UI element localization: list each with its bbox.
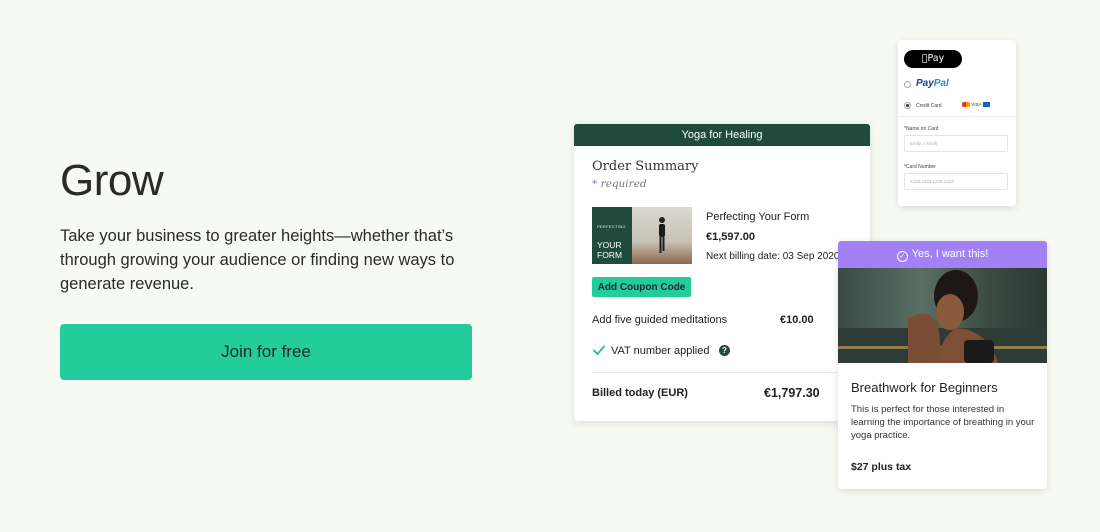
paypal-radio[interactable]: [904, 81, 911, 88]
yoga-photo: [632, 207, 692, 264]
order-summary-card: Yoga for Healing Order Summary * require…: [574, 124, 870, 421]
checkmark-icon: [593, 345, 605, 355]
card-number-label: *Card Number: [904, 164, 936, 170]
card-number-input[interactable]: 1234 1234 1234 1234: [904, 173, 1008, 190]
thumbnail-small-text: PERFECTING: [597, 224, 626, 229]
offer-title: Breathwork for Beginners: [851, 380, 998, 395]
upsell-offer-card: ✓ Yes, I want this! Breathwork for Beginn…: [838, 241, 1047, 489]
check-circle-icon: ✓: [896, 251, 908, 262]
visa-text: VISA: [971, 102, 982, 107]
divider: [592, 372, 850, 373]
join-for-free-button[interactable]: Join for free: [60, 324, 472, 380]
next-billing-date: Next billing date: 03 Sep 2020: [706, 251, 840, 262]
help-icon[interactable]: ?: [719, 345, 730, 356]
thumbnail-text-line-1: YOUR: [597, 240, 622, 250]
woman-breathing-illustration: [838, 270, 1047, 363]
credit-card-label: Credit Card: [916, 103, 942, 109]
offer-description: This is perfect for those interested in …: [851, 404, 1035, 441]
name-on-card-label: *Name on Card: [904, 126, 939, 132]
card-brand-logos: VISA: [962, 102, 990, 108]
hero-description: Take your business to greater heights—wh…: [60, 227, 455, 293]
name-on-card-input[interactable]: Emily J Smith: [904, 135, 1008, 152]
add-coupon-code-button[interactable]: Add Coupon Code: [592, 277, 691, 297]
required-mark: *: [592, 178, 598, 190]
credit-card-radio[interactable]: [904, 102, 911, 109]
offer-price: $27 plus tax: [851, 461, 912, 473]
product-thumbnail: PERFECTING YOUR FORM: [592, 207, 692, 264]
hero-title: Grow: [60, 156, 164, 205]
thumbnail-text-panel: PERFECTING YOUR FORM: [592, 207, 632, 264]
paypal-pal-text: Pal: [933, 78, 949, 89]
billed-today-price: €1,797.30: [764, 386, 820, 400]
thumbnail-text-line-2: FORM: [597, 250, 623, 260]
apple-pay-button[interactable]: Pay: [904, 50, 962, 68]
accept-offer-label: Yes, I want this!: [911, 248, 989, 260]
addon-price: €10.00: [780, 314, 814, 326]
accept-offer-button[interactable]: ✓ Yes, I want this!: [838, 241, 1047, 268]
paypal-logo[interactable]: PayPal: [916, 78, 949, 89]
order-card-header: Yoga for Healing: [574, 124, 870, 146]
required-text: required: [600, 178, 647, 190]
addon-label: Add five guided meditations: [592, 314, 728, 326]
order-summary-title: Order Summary: [592, 159, 699, 174]
billed-today-label: Billed today (EUR): [592, 387, 688, 399]
mastercard-icon: [962, 102, 970, 108]
vat-applied-label: VAT number applied: [611, 345, 710, 357]
divider: [898, 116, 1016, 117]
payment-methods-card: Pay PayPal Credit Card VISA *Name on Ca…: [898, 40, 1016, 206]
product-name: Perfecting Your Form: [706, 211, 810, 223]
paypal-pay-text: Pay: [916, 78, 934, 89]
person-figure-icon: [659, 217, 665, 253]
breathwork-photo: [838, 268, 1047, 363]
amex-icon: [982, 102, 990, 108]
product-price: €1,597.00: [706, 231, 755, 243]
required-note: * required: [592, 178, 647, 190]
